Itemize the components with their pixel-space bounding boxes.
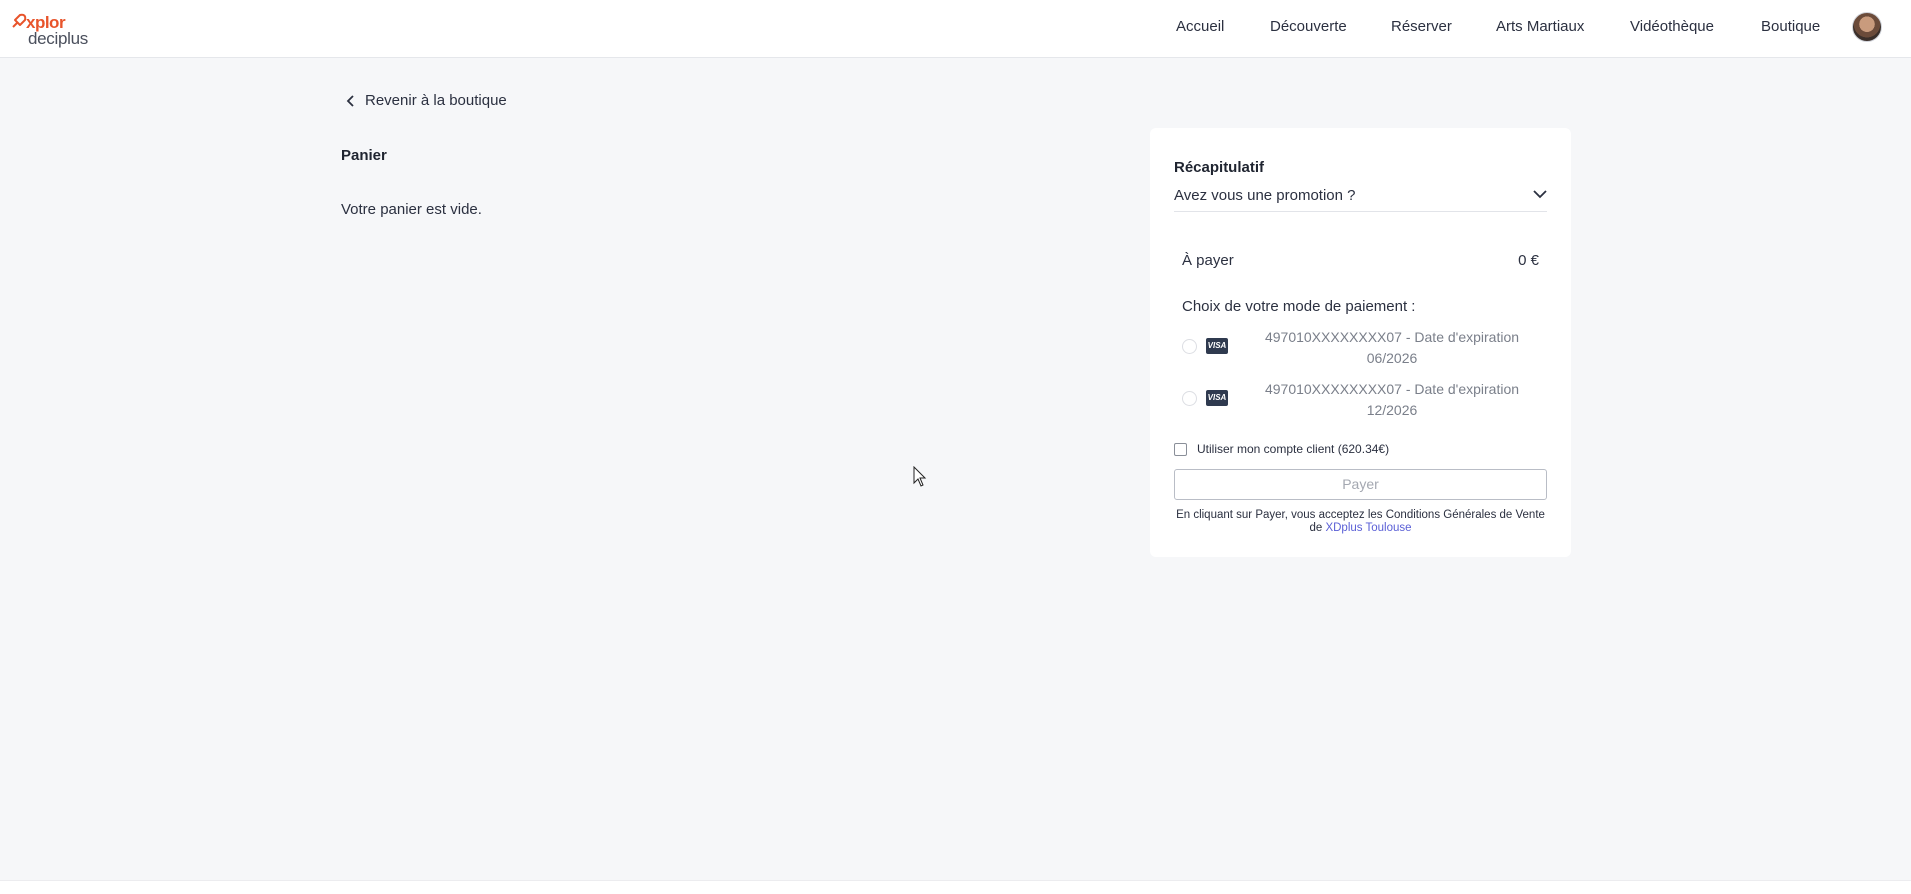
- nav-arts-martiaux[interactable]: Arts Martiaux: [1496, 18, 1584, 35]
- page-footer-strip: [0, 880, 1911, 894]
- mouse-cursor-icon: [913, 466, 927, 487]
- chevron-left-icon: [346, 94, 354, 107]
- brand-logo[interactable]: xplor deciplus: [10, 10, 110, 50]
- nav-accueil[interactable]: Accueil: [1176, 18, 1224, 35]
- cart-empty-message: Votre panier est vide.: [341, 201, 482, 218]
- pay-button[interactable]: Payer: [1174, 469, 1547, 500]
- use-account-option[interactable]: Utiliser mon compte client (620.34€): [1174, 442, 1389, 456]
- card-expiry-line: 06/2026: [1366, 350, 1418, 366]
- payment-method-option[interactable]: VISA 497010XXXXXXXX07 - Date d'expiratio…: [1182, 327, 1542, 369]
- nav-videotheque[interactable]: Vidéothèque: [1630, 18, 1714, 35]
- user-avatar[interactable]: [1852, 12, 1882, 42]
- terms-link[interactable]: XDplus Toulouse: [1325, 522, 1411, 534]
- chevron-down-icon: [1533, 190, 1547, 199]
- payment-method-option[interactable]: VISA 497010XXXXXXXX07 - Date d'expiratio…: [1182, 379, 1542, 421]
- back-link-label: Revenir à la boutique: [365, 92, 507, 109]
- nav-decouverte[interactable]: Découverte: [1270, 18, 1347, 35]
- promo-toggle[interactable]: Avez vous une promotion ?: [1174, 181, 1547, 212]
- card-expiry-line: 12/2026: [1366, 402, 1418, 418]
- back-to-shop-link[interactable]: Revenir à la boutique: [345, 92, 507, 109]
- card-number-line: 497010XXXXXXXX07 - Date d'expiration: [1264, 329, 1520, 345]
- use-account-label: Utiliser mon compte client (620.34€): [1197, 442, 1390, 456]
- nav-reserver[interactable]: Réserver: [1391, 18, 1452, 35]
- payment-method-radio[interactable]: [1182, 391, 1197, 406]
- logo-text-bottom: deciplus: [28, 29, 88, 48]
- visa-card-icon: VISA: [1206, 338, 1228, 354]
- payment-method-description: 497010XXXXXXXX07 - Date d'expiration 12/…: [1242, 379, 1542, 421]
- use-account-checkbox[interactable]: [1174, 442, 1187, 456]
- summary-card: Récapitulatif Avez vous une promotion ? …: [1150, 128, 1571, 557]
- payment-method-description: 497010XXXXXXXX07 - Date d'expiration 06/…: [1242, 327, 1542, 369]
- terms-notice: En cliquant sur Payer, vous acceptez les…: [1174, 509, 1547, 535]
- cart-title: Panier: [341, 147, 387, 164]
- summary-title: Récapitulatif: [1174, 159, 1265, 176]
- payment-method-heading: Choix de votre mode de paiement :: [1182, 298, 1416, 315]
- card-number-line: 497010XXXXXXXX07 - Date d'expiration: [1264, 381, 1520, 397]
- amount-due-label: À payer: [1182, 252, 1234, 269]
- promo-label: Avez vous une promotion ?: [1174, 187, 1356, 204]
- visa-card-icon: VISA: [1206, 390, 1228, 406]
- nav-boutique[interactable]: Boutique: [1761, 18, 1820, 35]
- top-navigation-bar: xplor deciplus Accueil Découverte Réserv…: [0, 0, 1911, 58]
- payment-method-radio[interactable]: [1182, 339, 1197, 354]
- amount-due-value: 0 €: [1518, 252, 1539, 269]
